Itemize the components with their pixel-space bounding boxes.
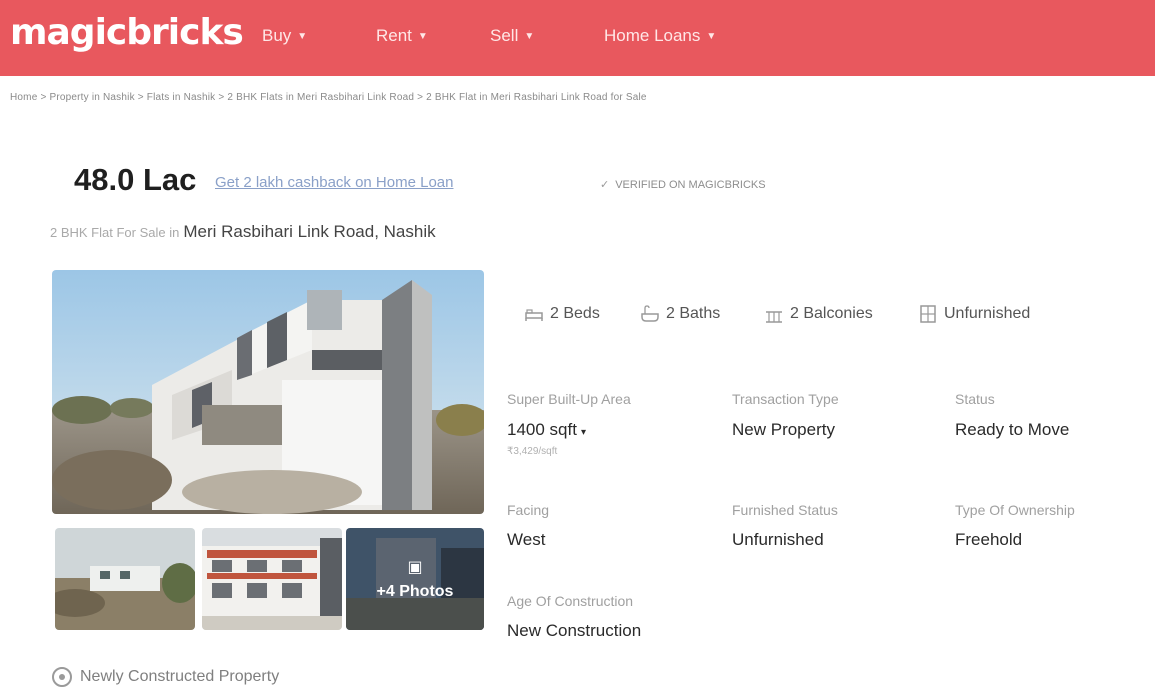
listing-title: 2 BHK Flat For Sale in Meri Rasbihari Lin…	[50, 222, 436, 242]
ownership-value: Freehold	[955, 530, 1023, 549]
nav-buy[interactable]: Buy ▼	[262, 26, 307, 46]
area-value-text: 1400 sqft	[507, 420, 577, 439]
nav-buy-label: Buy	[262, 26, 292, 45]
wardrobe-icon	[920, 305, 936, 323]
chevron-down-icon: ▼	[297, 30, 308, 42]
listing-title-prefix: 2 BHK Flat For Sale in	[50, 225, 180, 240]
site-photo	[55, 528, 195, 630]
amenity-furnishing-label: Unfurnished	[944, 305, 1031, 322]
amenity-beds-label: 2 Beds	[550, 305, 600, 322]
listing-price: 48.0 Lac	[74, 162, 197, 197]
newly-constructed-badge: Newly Constructed Property	[52, 667, 279, 687]
thumbnail-photo-1[interactable]	[55, 528, 195, 630]
area-value[interactable]: 1400 sqft ▾	[507, 420, 586, 440]
amenity-balconies-label: 2 Balconies	[790, 305, 873, 322]
amenity-baths-label: 2 Baths	[666, 305, 721, 322]
nav-rent[interactable]: Rent ▼	[376, 26, 428, 46]
chevron-down-icon: ▼	[417, 30, 428, 42]
amenity-furnishing: Unfurnished	[918, 304, 1030, 324]
chevron-down-icon: ▼	[706, 30, 717, 42]
main-property-photo[interactable]	[52, 270, 484, 514]
cashback-link[interactable]: Get 2 lakh cashback on Home Loan	[215, 174, 453, 191]
nav-sell[interactable]: Sell ▼	[490, 26, 534, 46]
chevron-down-icon: ▼	[524, 30, 535, 42]
age-value: New Construction	[507, 621, 642, 640]
verified-label: VERIFIED ON MAGICBRICKS	[615, 178, 766, 191]
nav-rent-label: Rent	[376, 26, 412, 45]
price-per-sqft: ₹3,429/sqft	[507, 446, 558, 457]
facing-label: Facing	[507, 502, 550, 518]
area-label: Super Built-Up Area	[507, 391, 631, 407]
site-logo[interactable]: magicbricks	[10, 12, 244, 53]
facing-value: West	[507, 530, 546, 549]
amenity-balconies: 2 Balconies	[764, 304, 873, 324]
verified-badge: ✓ VERIFIED ON MAGICBRICKS	[600, 178, 766, 192]
amenity-beds: 2 Beds	[524, 304, 600, 324]
furnished-value: Unfurnished	[732, 530, 824, 549]
nav-home-loans-label: Home Loans	[604, 26, 701, 45]
transaction-value: New Property	[732, 420, 835, 439]
top-navbar: magicbricks Buy ▼ Rent ▼ Sell ▼ Home Loans ▼	[0, 0, 1155, 76]
chevron-down-icon: ▾	[580, 427, 586, 438]
amenity-baths: 2 Baths	[640, 304, 720, 324]
nav-home-loans[interactable]: Home Loans ▼	[604, 26, 716, 46]
building-photo	[52, 270, 484, 514]
thumbnail-photo-2[interactable]	[202, 528, 342, 630]
thumbnail-more-photos[interactable]: ▣ +4 Photos	[346, 528, 484, 630]
check-icon: ✓	[600, 179, 610, 191]
listing-location: Meri Rasbihari Link Road, Nashik	[183, 222, 436, 241]
more-photos-label: +4 Photos	[376, 583, 454, 600]
badge-icon	[52, 667, 72, 687]
more-photos-overlay: ▣ +4 Photos	[346, 528, 484, 630]
nav-sell-label: Sell	[490, 26, 519, 45]
facade-photo	[202, 528, 342, 630]
breadcrumb[interactable]: Home > Property in Nashik > Flats in Nas…	[10, 92, 647, 103]
bath-icon	[641, 305, 659, 322]
balcony-icon	[766, 311, 782, 323]
camera-icon: ▣	[407, 559, 423, 576]
status-value: Ready to Move	[955, 420, 1070, 439]
transaction-label: Transaction Type	[732, 391, 839, 407]
newly-constructed-label: Newly Constructed Property	[80, 668, 280, 685]
ownership-label: Type Of Ownership	[955, 502, 1075, 518]
age-label: Age Of Construction	[507, 593, 634, 609]
furnished-label: Furnished Status	[732, 502, 838, 518]
status-label: Status	[955, 391, 995, 407]
bed-icon	[525, 309, 543, 321]
